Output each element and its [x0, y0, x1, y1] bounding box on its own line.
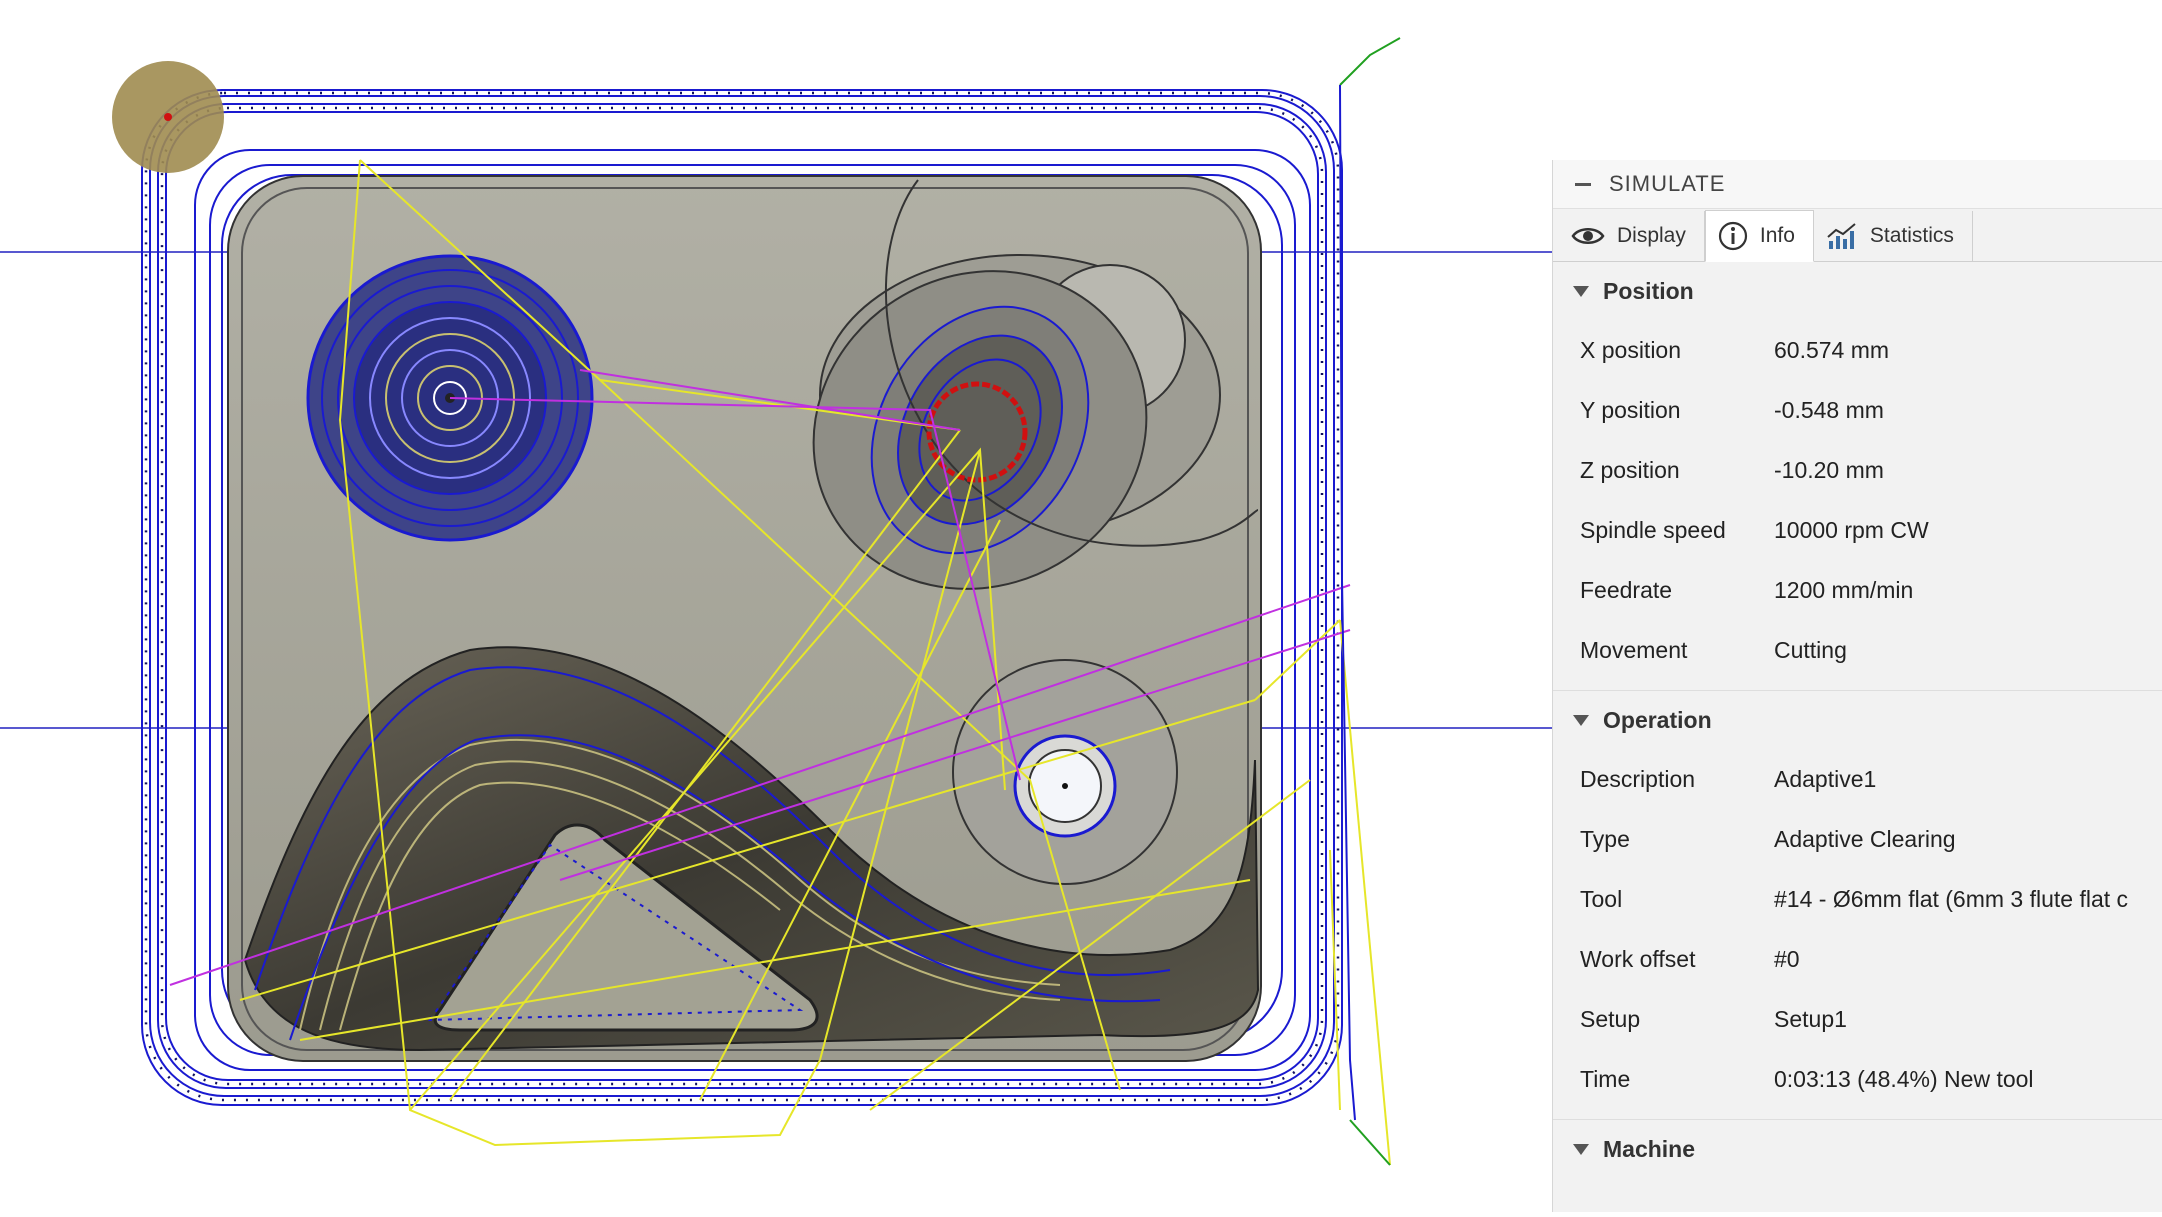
time-value: 0:03:13 (48.4%) New tool: [1774, 1065, 2034, 1092]
feedrate-value: 1200 mm/min: [1774, 576, 1914, 603]
simulate-panel: SIMULATE Display Info Statistics Positio…: [1552, 160, 2162, 1212]
info-label: Type: [1580, 825, 1630, 852]
info-row: Spindle speed 10000 rpm CW: [1553, 500, 2162, 560]
info-label: Setup: [1580, 1005, 1641, 1032]
info-row: Time 0:03:13 (48.4%) New tool: [1553, 1049, 2162, 1109]
info-row: Movement Cutting: [1553, 620, 2162, 680]
info-label: Feedrate: [1580, 576, 1673, 603]
info-label: Movement: [1580, 636, 1688, 663]
info-label: Spindle speed: [1580, 516, 1726, 543]
info-row: Description Adaptive1: [1553, 749, 2162, 809]
info-label: Work offset: [1580, 945, 1696, 972]
panel-tabs: Display Info Statistics: [1553, 209, 2162, 262]
through-hole: [952, 659, 1178, 885]
info-label: Tool: [1580, 885, 1623, 912]
panel-title: SIMULATE: [1609, 171, 1726, 196]
z-position-value: -10.20 mm: [1774, 456, 1884, 483]
position-section-header[interactable]: Position: [1553, 262, 2162, 320]
info-row: Y position -0.548 mm: [1553, 380, 2162, 440]
tab-display-label: Display: [1617, 224, 1686, 247]
movement-value: Cutting: [1774, 636, 1847, 663]
info-row: Z position -10.20 mm: [1553, 440, 2162, 500]
expand-triangle-icon: [1573, 1143, 1589, 1155]
panel-header[interactable]: SIMULATE: [1553, 160, 2162, 209]
x-position-value: 60.574 mm: [1774, 336, 1890, 363]
statistics-icon: [1826, 221, 1858, 251]
tab-info-label: Info: [1759, 224, 1795, 247]
position-section: Position X position 60.574 mm Y position -…: [1553, 262, 2162, 691]
tab-info[interactable]: Info: [1704, 210, 1814, 262]
info-row: Type Adaptive Clearing: [1553, 809, 2162, 869]
tool-value: #14 - Ø6mm flat (6mm 3 flute flat c: [1774, 885, 2129, 912]
work-offset-value: #0: [1774, 945, 1800, 972]
operation-section: Operation Description Adaptive1 Type Adapt…: [1553, 691, 2162, 1120]
tool-center-dot: [164, 113, 172, 121]
operation-section-header[interactable]: Operation: [1553, 691, 2162, 749]
info-label: Y position: [1580, 396, 1681, 423]
machine-section-header[interactable]: Machine: [1553, 1120, 2162, 1178]
expand-triangle-icon: [1573, 285, 1589, 297]
tab-statistics[interactable]: Statistics: [1813, 211, 1973, 261]
operation-header-label: Operation: [1603, 706, 1712, 733]
tab-display[interactable]: Display: [1559, 211, 1705, 261]
info-label: Z position: [1580, 456, 1680, 483]
position-header-label: Position: [1603, 277, 1694, 304]
info-label: Time: [1580, 1065, 1631, 1092]
spindle-speed-value: 10000 rpm CW: [1774, 516, 1929, 543]
info-row: Tool #14 - Ø6mm flat (6mm 3 flute flat c: [1553, 869, 2162, 929]
machine-section: Machine: [1553, 1120, 2162, 1188]
info-icon: [1718, 221, 1748, 251]
y-position-value: -0.548 mm: [1774, 396, 1884, 423]
expand-triangle-icon: [1573, 714, 1589, 726]
info-label: Description: [1580, 765, 1696, 792]
machine-header-label: Machine: [1603, 1135, 1696, 1162]
info-row: Feedrate 1200 mm/min: [1553, 560, 2162, 620]
description-value: Adaptive1: [1774, 765, 1877, 792]
setup-value: Setup1: [1774, 1005, 1847, 1032]
info-row: Setup Setup1: [1553, 989, 2162, 1049]
eye-icon: [1571, 225, 1605, 247]
info-label: X position: [1580, 336, 1682, 363]
info-row: X position 60.574 mm: [1553, 320, 2162, 380]
collapse-icon[interactable]: [1575, 182, 1591, 186]
tab-statistics-label: Statistics: [1869, 224, 1954, 247]
info-row: Work offset #0: [1553, 929, 2162, 989]
type-value: Adaptive Clearing: [1774, 825, 1956, 852]
